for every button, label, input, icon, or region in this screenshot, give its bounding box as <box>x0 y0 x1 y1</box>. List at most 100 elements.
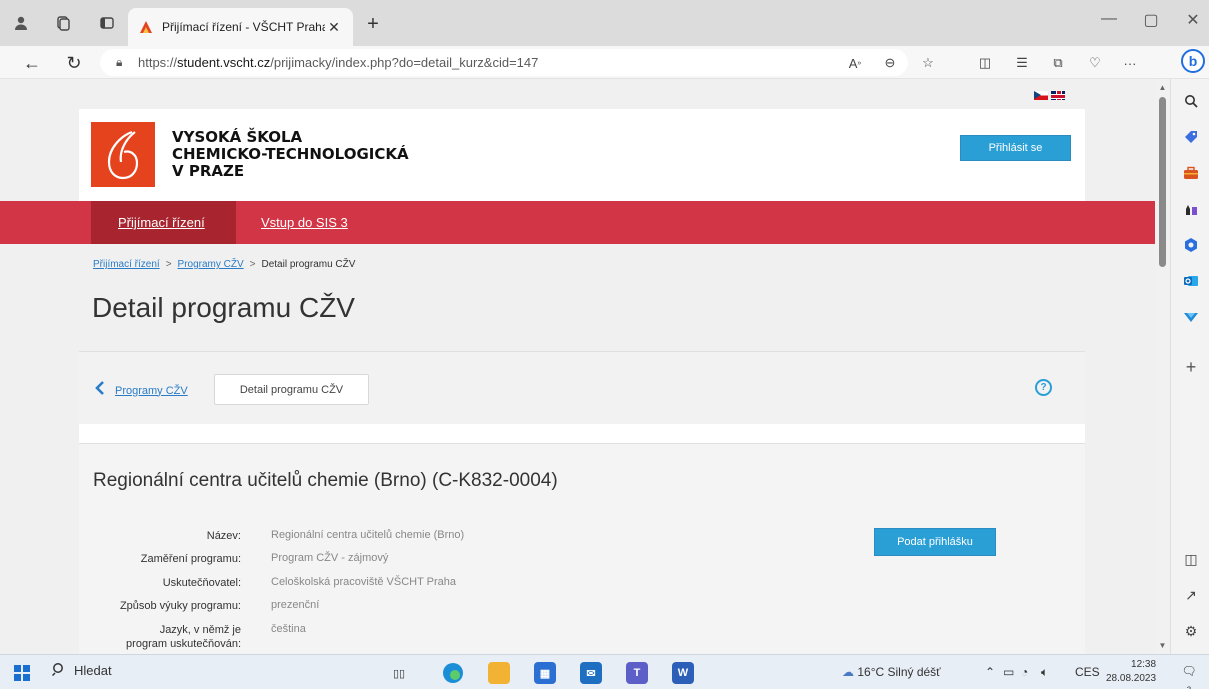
windows-start-icon[interactable] <box>14 665 30 681</box>
value-language: čeština <box>271 623 306 635</box>
new-tab-icon[interactable]: + <box>362 13 384 36</box>
collections-icon[interactable]: ⧉ <box>1048 54 1068 72</box>
favorites-list-icon[interactable]: ☰ <box>1012 54 1032 72</box>
tabs-panel: Programy CŽV Detail programu CŽV ? <box>79 352 1085 424</box>
login-button[interactable]: Přihlásit se <box>960 135 1071 161</box>
mail-icon[interactable]: ✉ <box>580 662 602 684</box>
spacer <box>79 424 1085 444</box>
weather-widget[interactable]: ☁ 16°C Silný déšť <box>842 665 941 679</box>
drop-send-icon[interactable] <box>1181 307 1201 327</box>
program-detail-panel: Regionální centra učitelů chemie (Brno) … <box>79 444 1085 654</box>
back-arrow-icon[interactable]: ← <box>20 51 44 75</box>
label-language: Jazyk, v němž je program uskutečňován: <box>126 624 241 650</box>
workspaces-icon[interactable] <box>52 12 74 34</box>
language-strip <box>0 79 1155 109</box>
tab-program-detail[interactable]: Detail programu CŽV <box>214 374 369 405</box>
back-link-label: Programy CŽV <box>115 384 188 397</box>
breadcrumb-current: Detail programu CŽV <box>261 259 356 270</box>
word-icon[interactable]: W <box>672 662 694 684</box>
refresh-icon[interactable]: ↻ <box>62 51 86 75</box>
favorite-star-icon[interactable]: ☆ <box>918 54 938 72</box>
task-view-icon[interactable]: ▯▯ <box>388 662 410 684</box>
bing-copilot-icon[interactable]: b <box>1181 49 1205 73</box>
program-title: Regionální centra učitelů chemie (Brno) … <box>93 470 558 491</box>
breadcrumb-admissions[interactable]: Přijímací řízení <box>93 259 160 270</box>
shopping-tag-icon[interactable] <box>1181 127 1201 147</box>
split-screen-icon[interactable]: ◫ <box>975 54 995 72</box>
czech-flag-icon[interactable] <box>1034 91 1048 100</box>
teams-icon[interactable]: T <box>626 662 648 684</box>
tab-actions-icon[interactable] <box>96 12 118 34</box>
tab-active[interactable]: Přijímací řízení - VŠCHT Praha ✕ <box>128 8 353 46</box>
restore-icon[interactable]: ▢ <box>1138 10 1164 30</box>
page-title: Detail programu CŽV <box>92 292 355 323</box>
more-menu-icon[interactable]: ··· <box>1120 54 1140 72</box>
tray-volume-icon[interactable]: 🔈︎ <box>1041 665 1048 680</box>
tray-language[interactable]: CES <box>1075 665 1100 679</box>
notification-count: 3 <box>1187 685 1191 689</box>
apply-button[interactable]: Podat přihlášku <box>874 528 996 556</box>
close-window-icon[interactable]: ✕ <box>1180 10 1206 30</box>
tray-network-icon[interactable]: ▭ <box>1003 665 1014 679</box>
notifications-icon[interactable]: 🗨︎3 <box>1180 664 1198 689</box>
value-focus: Program CŽV - zájmový <box>271 552 389 564</box>
add-sidebar-app-icon[interactable]: + <box>1181 357 1201 377</box>
university-name[interactable]: VYSOKÁ ŠKOLA CHEMICKO-TECHNOLOGICKÁ V PR… <box>172 129 409 180</box>
browser-tabstrip: Přijímací řízení - VŠCHT Praha ✕ + — ▢ ✕ <box>0 0 1209 46</box>
lock-icon[interactable]: 🔒︎ <box>116 55 138 70</box>
breadcrumb-separator: > <box>249 259 256 270</box>
read-aloud-icon[interactable]: A» <box>845 54 865 72</box>
weather-text: 16°C Silný déšť <box>857 665 941 679</box>
help-icon[interactable]: ? <box>1035 379 1052 396</box>
games-icon[interactable] <box>1181 199 1201 219</box>
external-link-icon[interactable]: ↗ <box>1181 585 1201 605</box>
vscht-favicon-icon <box>138 19 154 35</box>
address-bar[interactable]: 🔒︎ https://student.vscht.cz/prijimacky/i… <box>100 49 908 76</box>
site-header: VYSOKÁ ŠKOLA CHEMICKO-TECHNOLOGICKÁ V PR… <box>79 109 1085 201</box>
label-name: Název: <box>206 530 241 542</box>
value-name: Regionální centra učitelů chemie (Brno) <box>271 529 465 541</box>
page-scrollbar[interactable]: ▲ ▼ <box>1155 79 1170 654</box>
tools-briefcase-icon[interactable] <box>1181 163 1201 183</box>
tray-wifi-icon[interactable]: ◔ <box>1021 665 1028 679</box>
main-nav: Přijímací řízení Vstup do SIS 3 <box>0 201 1155 244</box>
microsoft-365-icon[interactable] <box>1181 235 1201 255</box>
english-flag-icon[interactable] <box>1051 91 1065 100</box>
url-text: https://student.vscht.cz/prijimacky/inde… <box>138 55 539 70</box>
scroll-down-icon[interactable]: ▼ <box>1157 641 1168 650</box>
label-teaching-mode: Způsob výuky programu: <box>119 600 241 612</box>
windows-taskbar: Hledat ▯▯ ▦ ✉ T W ☁ 16°C Silný déšť ⌃ ▭ … <box>0 654 1209 689</box>
label-focus: Zaměření programu: <box>140 553 241 565</box>
minimize-icon[interactable]: — <box>1096 10 1122 28</box>
nav-item-admissions[interactable]: Přijímací řízení <box>91 201 236 244</box>
nav-item-sis[interactable]: Vstup do SIS 3 <box>261 201 348 244</box>
outlook-icon[interactable] <box>1181 271 1201 291</box>
sidebar-settings-gear-icon[interactable]: ⚙ <box>1181 621 1201 641</box>
search-icon <box>51 662 66 679</box>
taskbar-search-label: Hledat <box>74 663 112 678</box>
taskbar-search[interactable]: Hledat <box>51 662 112 679</box>
zoom-icon[interactable]: ⊖ <box>880 54 900 72</box>
page-viewport: VYSOKÁ ŠKOLA CHEMICKO-TECHNOLOGICKÁ V PR… <box>0 79 1155 654</box>
weather-cloud-icon: ☁ <box>842 665 854 679</box>
value-teaching-mode: prezenční <box>271 599 320 611</box>
back-to-programs-link[interactable]: Programy CŽV <box>95 381 188 400</box>
tab-close-icon[interactable]: ✕ <box>325 19 343 36</box>
vscht-logo-icon[interactable] <box>91 122 155 187</box>
search-icon[interactable] <box>1181 91 1201 111</box>
tray-clock[interactable]: 12:38 28.08.2023 <box>1106 658 1156 686</box>
tray-chevron-up-icon[interactable]: ⌃ <box>985 665 995 679</box>
clock-date: 28.08.2023 <box>1106 673 1157 684</box>
file-explorer-icon[interactable] <box>488 662 510 684</box>
edge-app-icon[interactable] <box>442 662 464 684</box>
scroll-up-icon[interactable]: ▲ <box>1157 83 1168 92</box>
value-provider: Celoškolská pracoviště VŠCHT Praha <box>271 576 457 588</box>
address-toolbar: ← ↻ 🔒︎ https://student.vscht.cz/prijimac… <box>0 46 1209 79</box>
label-provider: Uskutečňovatel: <box>162 577 241 589</box>
scroll-thumb[interactable] <box>1159 97 1166 267</box>
store-icon[interactable]: ▦ <box>534 662 556 684</box>
breadcrumb-programs[interactable]: Programy CŽV <box>178 259 244 270</box>
profile-icon[interactable] <box>10 12 32 34</box>
browser-essentials-icon[interactable]: ♡ <box>1085 54 1105 72</box>
sidebar-toggle-icon[interactable]: ◫ <box>1181 549 1201 569</box>
